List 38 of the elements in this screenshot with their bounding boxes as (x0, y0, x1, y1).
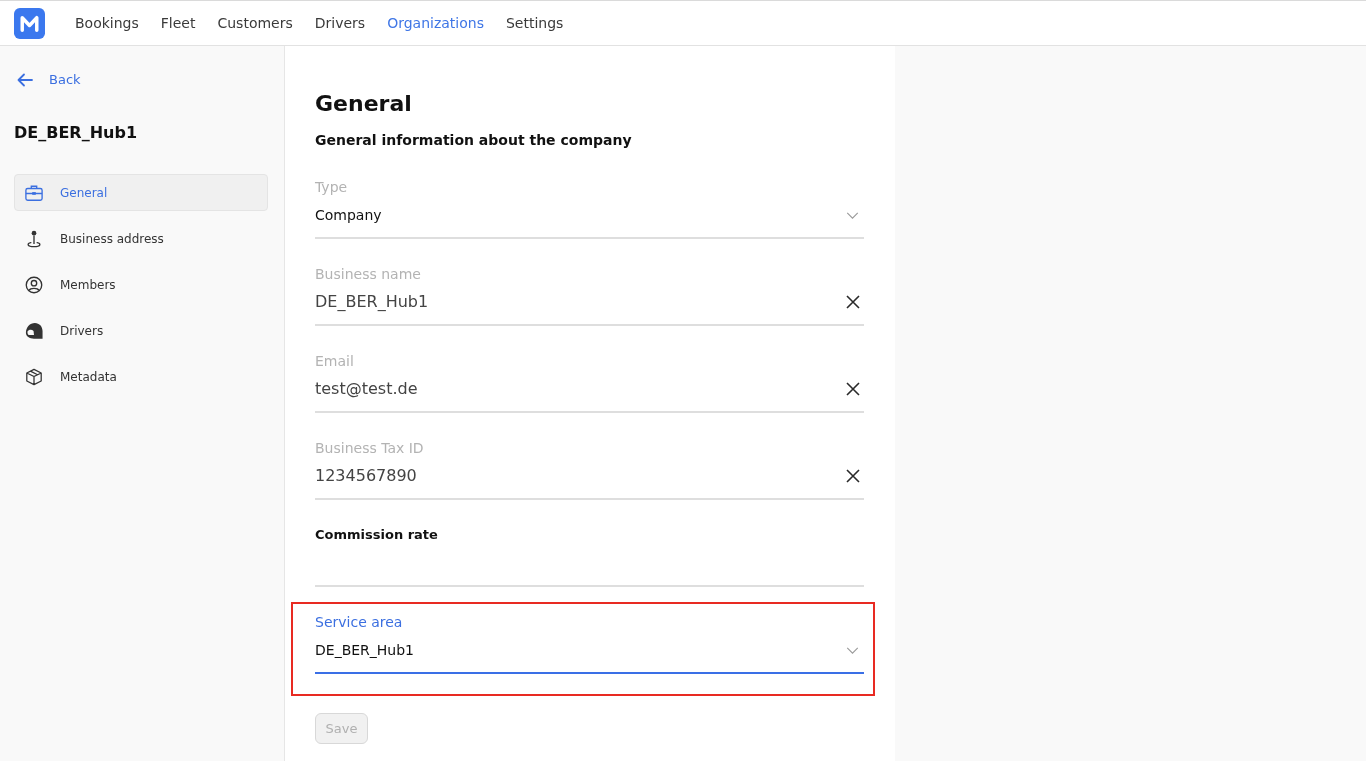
briefcase-icon (25, 183, 43, 202)
input-field[interactable]: 1234567890 (315, 462, 864, 500)
field-label: Type (315, 178, 348, 196)
input-field[interactable]: test@test.de (315, 375, 864, 413)
pin-icon (25, 229, 43, 248)
clear-icon[interactable] (846, 382, 860, 396)
page-title: General (315, 90, 412, 118)
arrow-left-icon (17, 73, 33, 87)
nav-link[interactable]: Settings (505, 13, 564, 33)
cube-icon (25, 367, 43, 386)
sidebar-item[interactable]: Business address (14, 220, 268, 257)
input-field[interactable]: DE_BER_Hub1 (315, 288, 864, 326)
sidebar-item[interactable]: General (14, 174, 268, 211)
field-label: Business name (315, 265, 421, 283)
nav-link[interactable]: Fleet (160, 13, 196, 33)
chevron-down-icon (846, 646, 859, 654)
user-circle-icon (25, 275, 43, 294)
logo-icon[interactable] (14, 7, 45, 39)
field-label: Business Tax ID (315, 439, 424, 457)
nav-link[interactable]: Organizations (387, 13, 484, 33)
back-link[interactable]: Back (14, 70, 81, 90)
nav-link[interactable]: Drivers (314, 13, 366, 33)
sidebar-item[interactable]: Drivers (14, 312, 268, 349)
organization-title: DE_BER_Hub1 (14, 122, 138, 144)
helmet-icon (25, 321, 43, 340)
clear-icon[interactable] (846, 295, 860, 309)
field-label: Commission rate (315, 526, 438, 544)
select-field[interactable]: Company (315, 201, 864, 239)
sidebar-item[interactable]: Members (14, 266, 268, 303)
sidebar-item[interactable]: Metadata (14, 358, 268, 395)
clear-icon[interactable] (846, 469, 860, 483)
select-field[interactable]: DE_BER_Hub1 (315, 636, 864, 674)
nav-link[interactable]: Bookings (75, 13, 139, 33)
page-subtitle: General information about the company (315, 131, 632, 150)
field-label: Service area (315, 613, 403, 631)
field-label: Email (315, 352, 354, 370)
nav-link[interactable]: Customers (217, 13, 293, 33)
chevron-down-icon (846, 211, 859, 219)
